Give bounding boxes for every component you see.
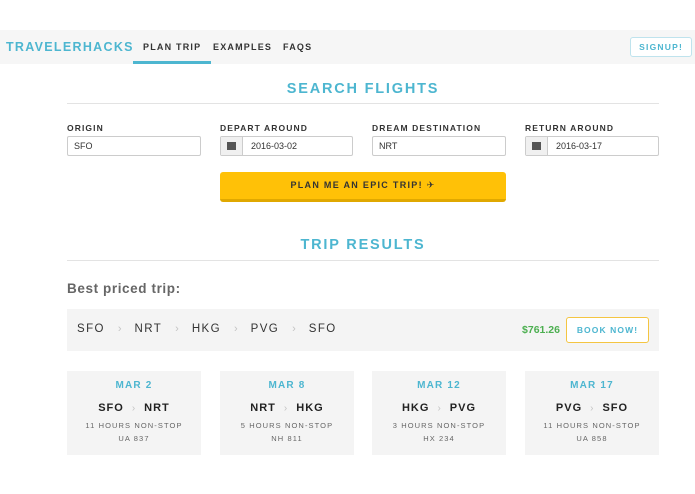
destination-input[interactable]: NRT <box>372 136 506 156</box>
trip-summary-bar: SFO › NRT › HKG › PVG › SFO $761.26 BOOK… <box>67 309 659 351</box>
return-date-input[interactable]: 2016-03-17 <box>525 136 659 156</box>
leg-flight-number: UA 858 <box>576 434 608 443</box>
flight-leg-card: MAR 8 NRT › HKG 5 HOURS NON-STOP NH 811 <box>220 371 354 455</box>
leg-duration: 11 HOURS NON-STOP <box>85 421 183 430</box>
leg-destination: NRT <box>144 402 170 414</box>
flight-leg-card: MAR 2 SFO › NRT 11 HOURS NON-STOP UA 837 <box>67 371 201 455</box>
leg-flight-number: HX 234 <box>423 434 455 443</box>
chevron-right-icon: › <box>283 402 289 414</box>
return-date-value: 2016-03-17 <box>556 141 603 151</box>
leg-origin: PVG <box>555 402 583 414</box>
signup-button[interactable]: SIGNUP! <box>630 37 692 57</box>
return-calendar-addon[interactable] <box>526 137 548 155</box>
leg-date: MAR 2 <box>115 380 153 391</box>
results-divider <box>67 260 659 261</box>
leg-origin: NRT <box>250 402 276 414</box>
depart-date-value: 2016-03-02 <box>251 141 298 151</box>
origin-input[interactable]: SFO <box>67 136 201 156</box>
route-stop: SFO <box>308 323 337 335</box>
calendar-icon <box>227 142 236 150</box>
origin-label: ORIGIN <box>67 123 104 133</box>
leg-date: MAR 8 <box>268 380 306 391</box>
leg-duration: 11 HOURS NON-STOP <box>543 421 641 430</box>
flight-leg-card: MAR 12 HKG › PVG 3 HOURS NON-STOP HX 234 <box>372 371 506 455</box>
leg-flight-number: NH 811 <box>271 434 303 443</box>
route-stop: NRT <box>134 323 163 335</box>
total-price: $761.26 <box>522 324 560 336</box>
plan-trip-button[interactable]: PLAN ME AN EPIC TRIP! ✈ <box>220 172 506 202</box>
leg-date: MAR 17 <box>570 380 614 391</box>
leg-duration: 5 HOURS NON-STOP <box>240 421 334 430</box>
chevron-right-icon: › <box>590 402 595 414</box>
depart-date-input[interactable]: 2016-03-02 <box>220 136 353 156</box>
calendar-icon <box>532 142 541 150</box>
brand-logo[interactable]: TRAVELERHACKS <box>6 40 134 54</box>
search-title: SEARCH FLIGHTS <box>286 81 440 97</box>
leg-duration: 3 HOURS NON-STOP <box>392 421 486 430</box>
search-divider <box>67 103 659 104</box>
leg-origin: HKG <box>401 402 430 414</box>
nav-plan-trip[interactable]: PLAN TRIP <box>132 42 212 64</box>
route-stop: SFO <box>77 323 105 335</box>
leg-route: HKG › PVG <box>372 402 506 414</box>
top-navbar: TRAVELERHACKS PLAN TRIP EXAMPLES FAQS SI… <box>0 30 695 64</box>
return-label: RETURN AROUND <box>525 123 615 133</box>
leg-flight-number: UA 837 <box>118 434 150 443</box>
nav-faqs[interactable]: FAQS <box>283 42 312 52</box>
depart-calendar-addon[interactable] <box>221 137 243 155</box>
depart-label: DEPART AROUND <box>220 123 308 133</box>
nav-examples[interactable]: EXAMPLES <box>213 42 272 52</box>
trip-route: SFO › NRT › HKG › PVG › SFO <box>77 323 337 335</box>
leg-route: NRT › HKG <box>220 402 354 414</box>
book-now-button[interactable]: BOOK NOW! <box>566 317 649 343</box>
flight-leg-card: MAR 17 PVG › SFO 11 HOURS NON-STOP UA 85… <box>525 371 659 455</box>
chevron-right-icon: › <box>117 323 122 335</box>
leg-destination: PVG <box>449 402 477 414</box>
leg-route: PVG › SFO <box>525 402 659 414</box>
route-stop: PVG <box>250 323 280 335</box>
results-title: TRIP RESULTS <box>300 237 426 253</box>
leg-origin: SFO <box>98 402 124 414</box>
chevron-right-icon: › <box>292 323 296 335</box>
leg-route: SFO › NRT <box>67 402 201 414</box>
destination-label: DREAM DESTINATION <box>372 123 482 133</box>
leg-destination: HKG <box>296 402 324 414</box>
chevron-right-icon: › <box>233 323 238 335</box>
chevron-right-icon: › <box>131 402 137 414</box>
route-stop: HKG <box>191 323 221 335</box>
chevron-right-icon: › <box>175 323 179 335</box>
leg-destination: SFO <box>602 402 629 414</box>
leg-date: MAR 12 <box>417 380 461 391</box>
best-trip-label: Best priced trip: <box>67 281 181 296</box>
chevron-right-icon: › <box>437 402 442 414</box>
